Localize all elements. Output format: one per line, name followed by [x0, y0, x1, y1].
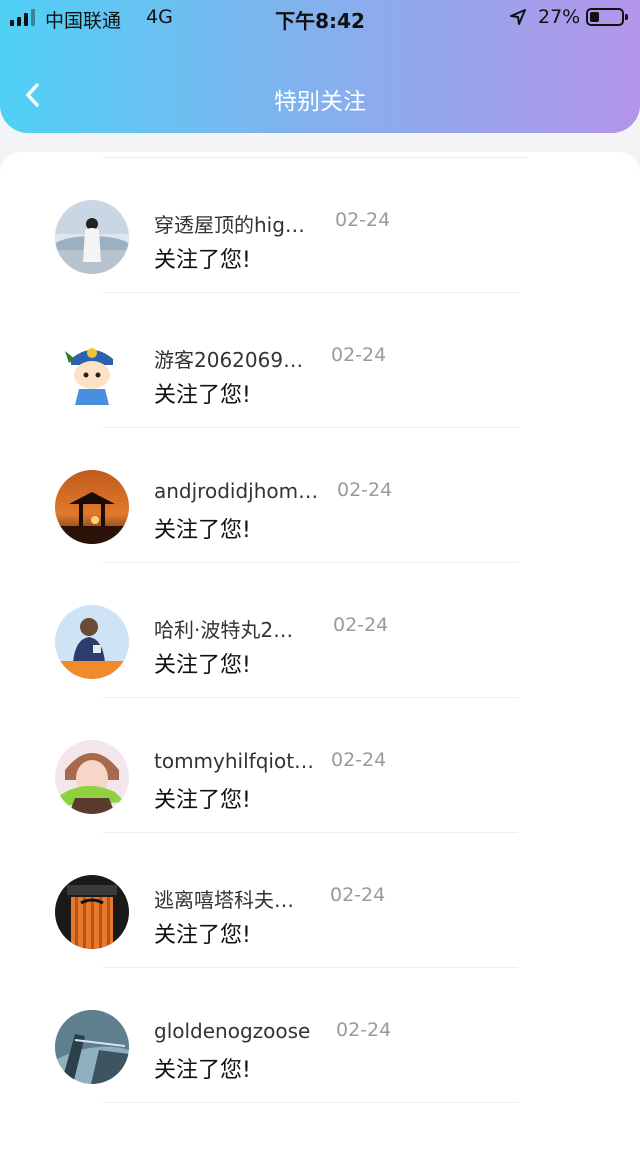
list-item[interactable]: gloldenogzoose 02-24 关注了您! [0, 962, 640, 1103]
user-name[interactable]: 哈利·波特丸2… [154, 614, 293, 643]
list-item[interactable]: tommyhilfqiot… 02-24 关注了您! [0, 692, 640, 833]
header: 中国联通 4G 下午8:42 27% 特别关注 [0, 0, 640, 133]
list-item[interactable]: 逃离嘻塔科夫… 02-24 关注了您! [0, 827, 640, 968]
message-text: 关注了您! [154, 248, 251, 273]
date-label: 02-24 [331, 749, 387, 771]
date-label: 02-24 [336, 1019, 392, 1041]
avatar[interactable] [55, 335, 129, 409]
avatar[interactable] [55, 740, 129, 814]
date-label: 02-24 [335, 209, 391, 231]
user-name[interactable]: gloldenogzoose [154, 1019, 310, 1043]
date-label: 02-24 [330, 884, 386, 906]
avatar[interactable] [55, 875, 129, 949]
avatar[interactable] [55, 1010, 129, 1084]
avatar[interactable] [55, 200, 129, 274]
list-item[interactable]: 穿透屋顶的hig… 02-24 关注了您! [0, 152, 640, 293]
date-label: 02-24 [333, 614, 389, 636]
battery-percent: 27% [538, 6, 581, 28]
user-name[interactable]: 穿透屋顶的hig… [154, 209, 305, 238]
user-name[interactable]: 游客2062069… [154, 344, 303, 373]
message-text: 关注了您! [154, 518, 251, 543]
message-text: 关注了您! [154, 383, 251, 408]
location-arrow-icon [509, 8, 527, 31]
avatar[interactable] [55, 470, 129, 544]
list-item[interactable]: 游客2062069… 02-24 关注了您! [0, 287, 640, 428]
message-text: 关注了您! [154, 788, 251, 813]
user-name[interactable]: 逃离嘻塔科夫… [154, 884, 294, 913]
list-item[interactable]: andjrodidjhom… 02-24 关注了您! [0, 422, 640, 563]
user-name[interactable]: tommyhilfqiot… [154, 749, 314, 773]
date-label: 02-24 [337, 479, 393, 501]
divider [103, 1102, 518, 1103]
message-text: 关注了您! [154, 653, 251, 678]
page-title: 特别关注 [274, 89, 366, 115]
notification-list: 穿透屋顶的hig… 02-24 关注了您! 游客2062069… 02-24 关… [0, 152, 640, 1152]
avatar[interactable] [55, 605, 129, 679]
message-text: 关注了您! [154, 1058, 251, 1083]
list-item[interactable]: 哈利·波特丸2… 02-24 关注了您! [0, 557, 640, 698]
date-label: 02-24 [331, 344, 387, 366]
message-text: 关注了您! [154, 923, 251, 948]
status-bar: 中国联通 4G 下午8:42 27% [0, 0, 640, 36]
user-name[interactable]: andjrodidjhom… [154, 479, 318, 503]
battery-icon [586, 8, 628, 26]
